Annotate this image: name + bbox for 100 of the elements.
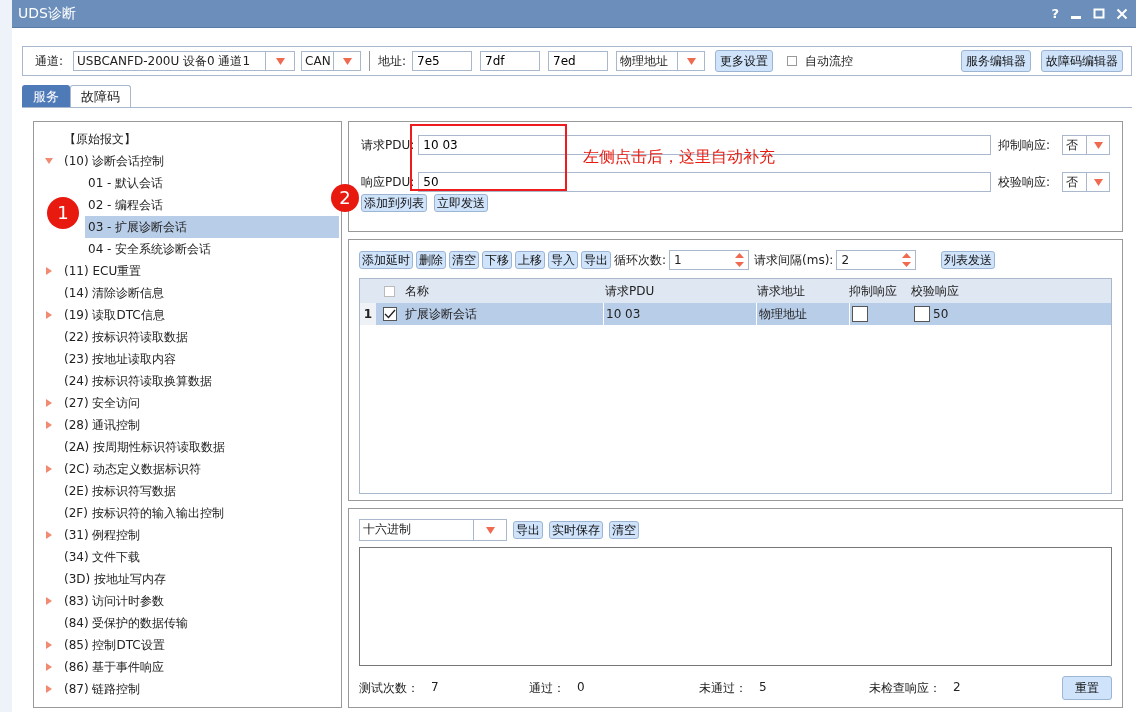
tree-item[interactable]: (27) 安全访问 xyxy=(64,392,145,414)
caret-icon xyxy=(485,526,495,534)
format-dropdown[interactable]: 十六进制 xyxy=(359,519,507,541)
expand-arrow-icon[interactable] xyxy=(45,399,53,407)
option-label: 抑制响应: xyxy=(997,136,1050,154)
address-label: 地址: xyxy=(378,52,407,70)
tree-item[interactable]: (84) 受保护的数据传输 xyxy=(64,612,193,634)
list-button[interactable]: 上移 xyxy=(515,251,545,269)
tree-item[interactable]: (85) 控制DTC设置 xyxy=(64,634,169,656)
tree-item[interactable]: (2C) 动态定义数据标识符 xyxy=(64,458,206,480)
address-field[interactable]: 7df xyxy=(480,51,541,71)
list-button[interactable]: 清空 xyxy=(449,251,479,269)
tree-item[interactable]: 01 - 默认会话 xyxy=(85,172,168,194)
stat-label: 通过： xyxy=(529,679,565,697)
expand-arrow-icon[interactable] xyxy=(45,597,53,605)
expand-arrow-icon[interactable] xyxy=(45,465,53,473)
tree-item[interactable]: (19) 读取DTC信息 xyxy=(64,304,169,326)
suppress-checkbox[interactable] xyxy=(852,306,868,322)
tree-item[interactable]: (2F) 按标识符的输入输出控制 xyxy=(64,502,228,524)
tree-item[interactable]: 03 - 扩展诊断会话 xyxy=(85,216,339,238)
tree-item[interactable]: (2E) 按标识符写数据 xyxy=(64,480,181,502)
tree-item[interactable]: (10) 诊断会话控制 xyxy=(64,150,169,172)
expand-arrow-icon[interactable] xyxy=(45,531,53,539)
option-label: 校验响应: xyxy=(997,173,1050,191)
log-button[interactable]: 实时保存 xyxy=(549,521,603,539)
tree-item[interactable]: (24) 按标识符读取换算数据 xyxy=(64,370,217,392)
tree-item[interactable]: (22) 按标识符读取数据 xyxy=(64,326,193,348)
expand-arrow-icon[interactable] xyxy=(45,685,53,693)
checkbox[interactable] xyxy=(787,56,798,66)
tree-item[interactable]: (83) 访问计时参数 xyxy=(64,590,169,612)
tree-item[interactable]: 【原始报文】 xyxy=(64,128,140,150)
channel-dropdown[interactable]: USBCANFD-200U 设备0 通道1 xyxy=(73,51,296,71)
column-header[interactable]: 名称 xyxy=(403,282,603,300)
address-field[interactable]: 7e5 xyxy=(412,51,473,71)
header-checkbox[interactable] xyxy=(384,285,395,297)
tree-item[interactable]: (28) 通讯控制 xyxy=(64,414,145,436)
tree-item[interactable]: (14) 清除诊断信息 xyxy=(64,282,169,304)
expand-arrow-icon[interactable] xyxy=(45,311,53,319)
close-icon[interactable] xyxy=(1116,7,1128,20)
row-number: 1 xyxy=(360,303,376,325)
reset-button[interactable]: 重置 xyxy=(1062,676,1112,700)
verify-checkbox[interactable] xyxy=(914,306,930,322)
spin-label: 请求间隔(ms): xyxy=(754,251,834,269)
action-button[interactable]: 添加到列表 xyxy=(361,194,427,212)
list-button[interactable]: 添加延时 xyxy=(359,251,413,269)
collapse-arrow-icon[interactable] xyxy=(45,157,53,165)
tree-item[interactable]: (34) 文件下载 xyxy=(64,546,145,568)
suppress-response-dropdown[interactable]: 否 xyxy=(1062,135,1110,155)
action-button[interactable]: 立即发送 xyxy=(434,194,488,212)
expand-arrow-icon[interactable] xyxy=(45,421,53,429)
checkbox-label: 自动流控 xyxy=(805,52,854,70)
list-button[interactable]: 导入 xyxy=(548,251,578,269)
caret-icon xyxy=(686,57,696,65)
verify-response-dropdown[interactable]: 否 xyxy=(1062,172,1110,192)
tree-item[interactable]: (3D) 按地址写内存 xyxy=(64,568,171,590)
log-button[interactable]: 导出 xyxy=(513,521,543,539)
list-button[interactable]: 删除 xyxy=(416,251,446,269)
column-header[interactable]: 请求地址 xyxy=(755,282,847,300)
tree-item[interactable]: 02 - 编程会话 xyxy=(85,194,168,216)
more-settings-button[interactable]: 更多设置 xyxy=(715,50,774,72)
tree-item[interactable]: (87) 链路控制 xyxy=(64,678,145,700)
column-header[interactable]: 请求PDU xyxy=(603,282,755,300)
tree-item[interactable]: (31) 例程控制 xyxy=(64,524,145,546)
maximize-icon[interactable] xyxy=(1093,7,1105,20)
stat-label: 未检查响应： xyxy=(869,679,941,697)
spin-arrows-icon xyxy=(902,252,912,268)
column-header[interactable]: 校验响应 xyxy=(909,282,981,300)
tab[interactable]: 服务 xyxy=(22,85,70,107)
expand-arrow-icon[interactable] xyxy=(45,641,53,649)
tree-item[interactable]: (23) 按地址读取内容 xyxy=(64,348,181,370)
tab[interactable]: 故障码 xyxy=(70,85,131,107)
tree-item[interactable]: (11) ECU重置 xyxy=(64,260,146,282)
list-button[interactable]: 导出 xyxy=(581,251,611,269)
caret-icon xyxy=(1093,178,1103,186)
column-header[interactable]: 抑制响应 xyxy=(847,282,909,300)
spin-label: 循环次数: xyxy=(614,251,667,269)
channel-label: 通道: xyxy=(35,52,64,70)
expand-arrow-icon[interactable] xyxy=(45,267,53,275)
list-button[interactable]: 下移 xyxy=(482,251,512,269)
tree-item[interactable]: (2A) 按周期性标识符读取数据 xyxy=(64,436,230,458)
stat-value: 5 xyxy=(759,679,767,696)
log-button[interactable]: 清空 xyxy=(609,521,639,539)
editor-button[interactable]: 服务编辑器 xyxy=(961,50,1031,72)
stat-value: 0 xyxy=(577,679,585,696)
protocol-dropdown[interactable]: CAN xyxy=(301,51,362,71)
address-field[interactable]: 7ed xyxy=(548,51,609,71)
tree-item[interactable]: (86) 基于事件响应 xyxy=(64,656,169,678)
list-send-button[interactable]: 列表发送 xyxy=(941,251,996,269)
address-type-dropdown[interactable]: 物理地址 xyxy=(616,51,706,71)
row-checkbox[interactable] xyxy=(382,307,397,321)
tree-item[interactable]: 04 - 安全系统诊断会话 xyxy=(85,238,216,260)
expand-arrow-icon[interactable] xyxy=(45,663,53,671)
interval-spinner[interactable]: 2 xyxy=(836,250,917,270)
response-pdu-field[interactable]: 50 xyxy=(418,172,991,192)
table-row[interactable]: 1 扩展诊断会话 10 03 物理地址 50 xyxy=(360,303,1111,325)
spin-arrows-icon xyxy=(735,252,745,268)
caret-icon xyxy=(1093,141,1103,149)
window-title: UDS诊断 xyxy=(18,4,76,23)
editor-button[interactable]: 故障码编辑器 xyxy=(1041,50,1123,72)
loop-count-spinner[interactable]: 1 xyxy=(669,250,750,270)
